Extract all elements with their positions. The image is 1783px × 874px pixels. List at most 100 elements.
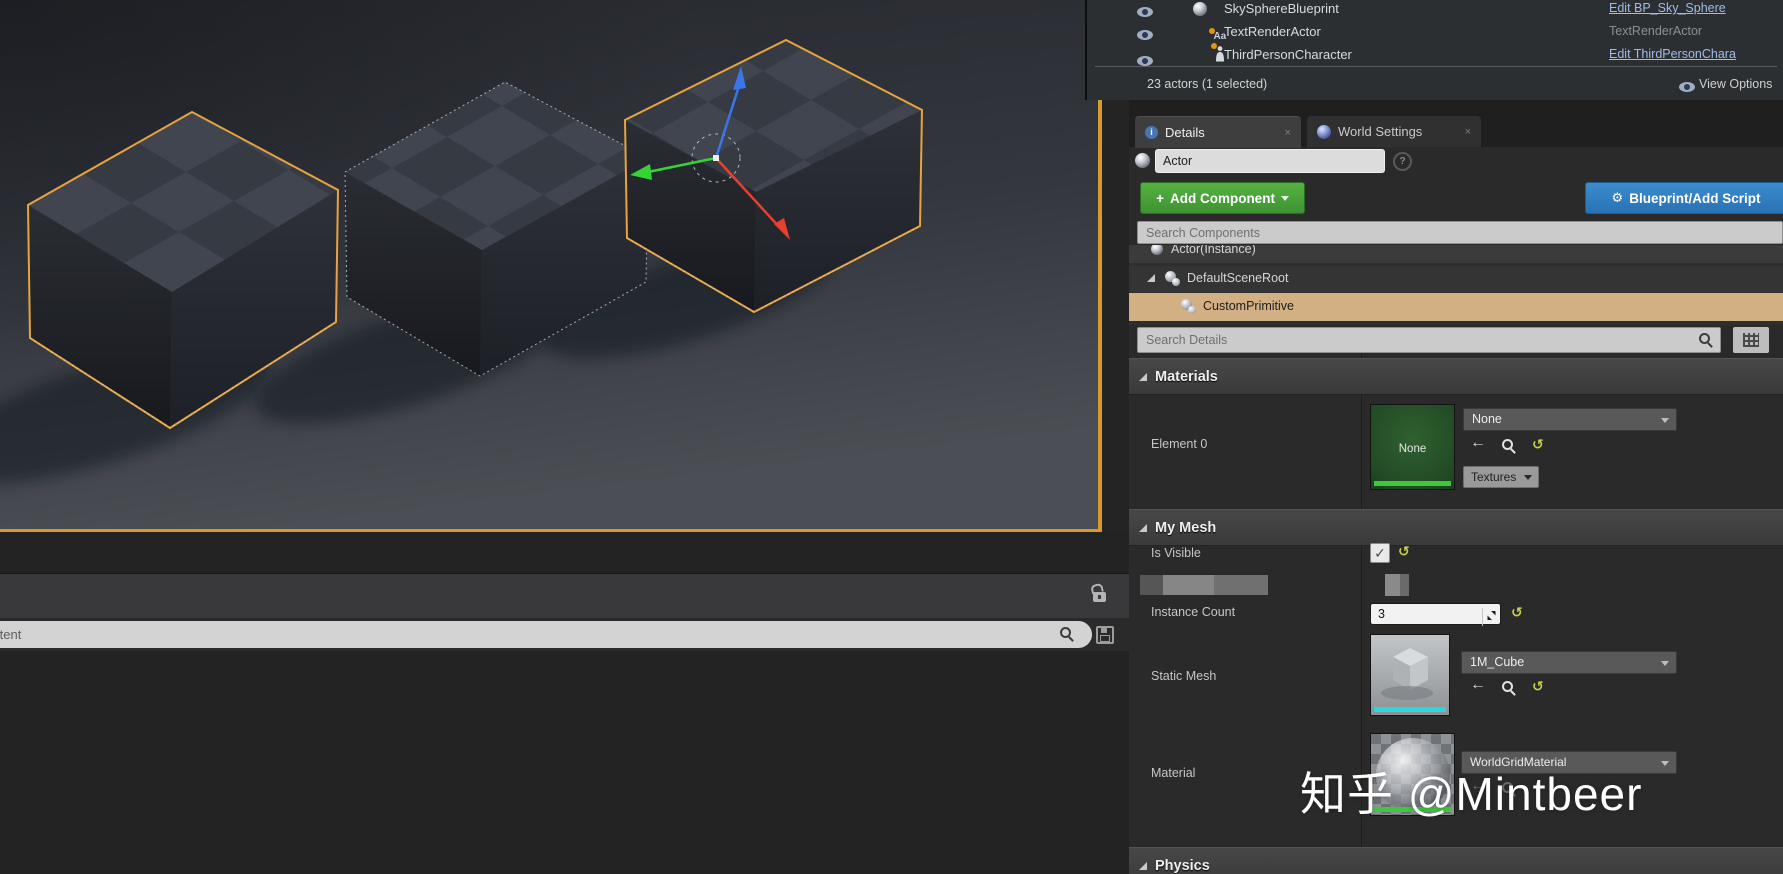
use-selected-asset-icon[interactable]: ←: [1470, 677, 1486, 693]
grid-view-icon: [1743, 333, 1759, 347]
blueprint-add-script-button[interactable]: ⚙ Blueprint/Add Script: [1585, 182, 1783, 214]
help-icon[interactable]: ?: [1393, 152, 1412, 171]
section-header-materials[interactable]: Materials: [1129, 358, 1783, 395]
tree-row-default-scene-root[interactable]: DefaultSceneRoot: [1129, 266, 1783, 292]
world-settings-tab-icon: [1317, 124, 1331, 139]
add-component-label: Add Component: [1169, 190, 1275, 206]
view-options-button[interactable]: View Options: [1699, 77, 1772, 91]
actor-icon: [1135, 153, 1150, 168]
tab-details[interactable]: i Details ×: [1135, 116, 1301, 148]
instance-count-input[interactable]: [1371, 604, 1478, 624]
content-browser: Drop files here or right click to create…: [0, 532, 1129, 874]
dropdown-label: Textures: [1471, 470, 1517, 484]
close-icon[interactable]: ×: [1465, 126, 1471, 138]
actor-name-input[interactable]: [1155, 149, 1385, 173]
world-outliner: SkySphereBlueprint Edit BP_Sky_Sphere Aa…: [1085, 0, 1783, 100]
section-header-physics[interactable]: Physics: [1129, 847, 1783, 874]
expander-icon: [1139, 523, 1147, 532]
use-selected-asset-icon[interactable]: ←: [1470, 435, 1486, 451]
sphere-actor-icon: [1193, 2, 1207, 16]
static-mesh-label: Static Mesh: [1151, 669, 1217, 683]
close-icon[interactable]: ×: [1285, 127, 1291, 139]
viewport-active-border-bottom: [0, 529, 1102, 532]
expander-icon[interactable]: [1147, 274, 1155, 282]
expander-icon: [1139, 372, 1147, 381]
content-browser-asset-area[interactable]: Drop files here or right click to create…: [0, 651, 1129, 874]
save-search-icon[interactable]: [1096, 626, 1114, 644]
viewport[interactable]: [0, 0, 1098, 529]
add-component-button[interactable]: + Add Component: [1140, 182, 1305, 214]
actor-name[interactable]: SkySphereBlueprint: [1224, 1, 1339, 16]
actor-name[interactable]: TextRenderActor: [1224, 24, 1321, 39]
visibility-eye-icon[interactable]: [1137, 56, 1153, 66]
gear-icon: ⚙: [1611, 190, 1624, 205]
is-visible-checkbox[interactable]: ✓: [1370, 543, 1390, 563]
edit-blueprint-link[interactable]: Edit ThirdPersonChara: [1609, 47, 1736, 61]
outliner-row-skysphere[interactable]: SkySphereBlueprint Edit BP_Sky_Sphere: [1087, 0, 1783, 20]
browse-to-asset-icon[interactable]: [1502, 439, 1516, 453]
scene-component-icon: [1181, 299, 1197, 314]
outliner-footer: 23 actors (1 selected) View Options: [1087, 68, 1783, 100]
reset-to-default-icon[interactable]: ↺: [1532, 679, 1544, 693]
display-mode-button[interactable]: [1733, 327, 1769, 353]
chevron-down-icon: [1661, 661, 1669, 666]
components-tree: Actor(Instance) DefaultSceneRoot CustomP…: [1129, 245, 1783, 325]
view-options-eye-icon[interactable]: [1679, 82, 1695, 92]
section-title: Materials: [1155, 368, 1218, 385]
drag-value-icon[interactable]: [1482, 608, 1497, 626]
tab-world-settings[interactable]: World Settings ×: [1307, 116, 1481, 147]
static-mesh-dropdown[interactable]: 1M_Cube: [1461, 651, 1677, 674]
viewport-active-border-right: [1098, 88, 1102, 532]
actor-type-label: TextRenderActor: [1609, 24, 1703, 38]
browse-to-asset-icon[interactable]: [1502, 681, 1516, 695]
chevron-down-icon: [1280, 195, 1289, 201]
static-mesh-thumbnail[interactable]: [1370, 634, 1450, 716]
scene-component-icon: [1165, 271, 1181, 286]
unreal-editor-screen: Drop files here or right click to create…: [0, 0, 1783, 874]
dropdown-value: 1M_Cube: [1470, 655, 1525, 669]
search-details-input[interactable]: [1137, 327, 1721, 353]
instance-count-spinbox[interactable]: [1370, 603, 1501, 626]
search-details-row: [1129, 327, 1783, 353]
instance-count-label: Instance Count: [1151, 605, 1236, 619]
chevron-down-icon: [1661, 418, 1669, 423]
partial-property-bar: [1140, 575, 1268, 595]
textures-dropdown[interactable]: Textures: [1463, 466, 1539, 488]
search-components-input[interactable]: [1137, 221, 1783, 244]
dropdown-value: None: [1472, 412, 1502, 426]
section-header-my-mesh[interactable]: My Mesh: [1129, 509, 1783, 546]
tree-item-label: Actor(Instance): [1171, 245, 1256, 256]
chevron-down-icon: [1661, 761, 1669, 766]
tree-item-label: CustomPrimitive: [1203, 299, 1294, 313]
material-label: Material: [1151, 766, 1196, 780]
actor-instance-icon: [1151, 245, 1163, 255]
tab-label: World Settings: [1338, 124, 1423, 139]
chevron-down-icon: [1524, 475, 1532, 480]
tree-row-custom-primitive-selected[interactable]: CustomPrimitive: [1129, 293, 1783, 321]
reset-to-default-icon[interactable]: ↺: [1532, 437, 1544, 451]
blueprint-add-script-label: Blueprint/Add Script: [1629, 190, 1761, 206]
outliner-row-textrender[interactable]: Aa TextRenderActor TextRenderActor: [1087, 21, 1783, 43]
content-browser-search-row: [0, 618, 1129, 651]
outliner-row-thirdperson[interactable]: ThirdPersonCharacter Edit ThirdPersonCha…: [1087, 43, 1783, 66]
edit-blueprint-link[interactable]: Edit BP_Sky_Sphere: [1609, 1, 1726, 15]
outliner-separator: [1095, 66, 1777, 67]
content-browser-toolbar: [0, 573, 1129, 619]
lock-icon[interactable]: [1093, 592, 1106, 602]
visibility-eye-icon[interactable]: [1137, 7, 1153, 17]
check-icon: ✓: [1374, 545, 1386, 561]
actor-name[interactable]: ThirdPersonCharacter: [1224, 47, 1352, 62]
element0-label: Element 0: [1151, 437, 1208, 451]
is-visible-label: Is Visible: [1151, 546, 1201, 560]
tree-row-actor-instance[interactable]: Actor(Instance): [1129, 245, 1783, 263]
reset-to-default-icon[interactable]: ↺: [1511, 605, 1523, 619]
material-select-dropdown[interactable]: None: [1463, 408, 1677, 431]
search-icon: [1060, 627, 1074, 641]
panel-tab-bar: i Details × World Settings ×: [1129, 100, 1783, 148]
gizmo-origin[interactable]: [713, 155, 719, 161]
watermark: 知乎 @Mintbeer: [1300, 768, 1643, 820]
visibility-eye-icon[interactable]: [1137, 30, 1153, 40]
material-none-thumbnail[interactable]: None: [1370, 404, 1455, 490]
content-search-input[interactable]: [0, 621, 1092, 648]
reset-to-default-icon[interactable]: ↺: [1398, 544, 1410, 558]
